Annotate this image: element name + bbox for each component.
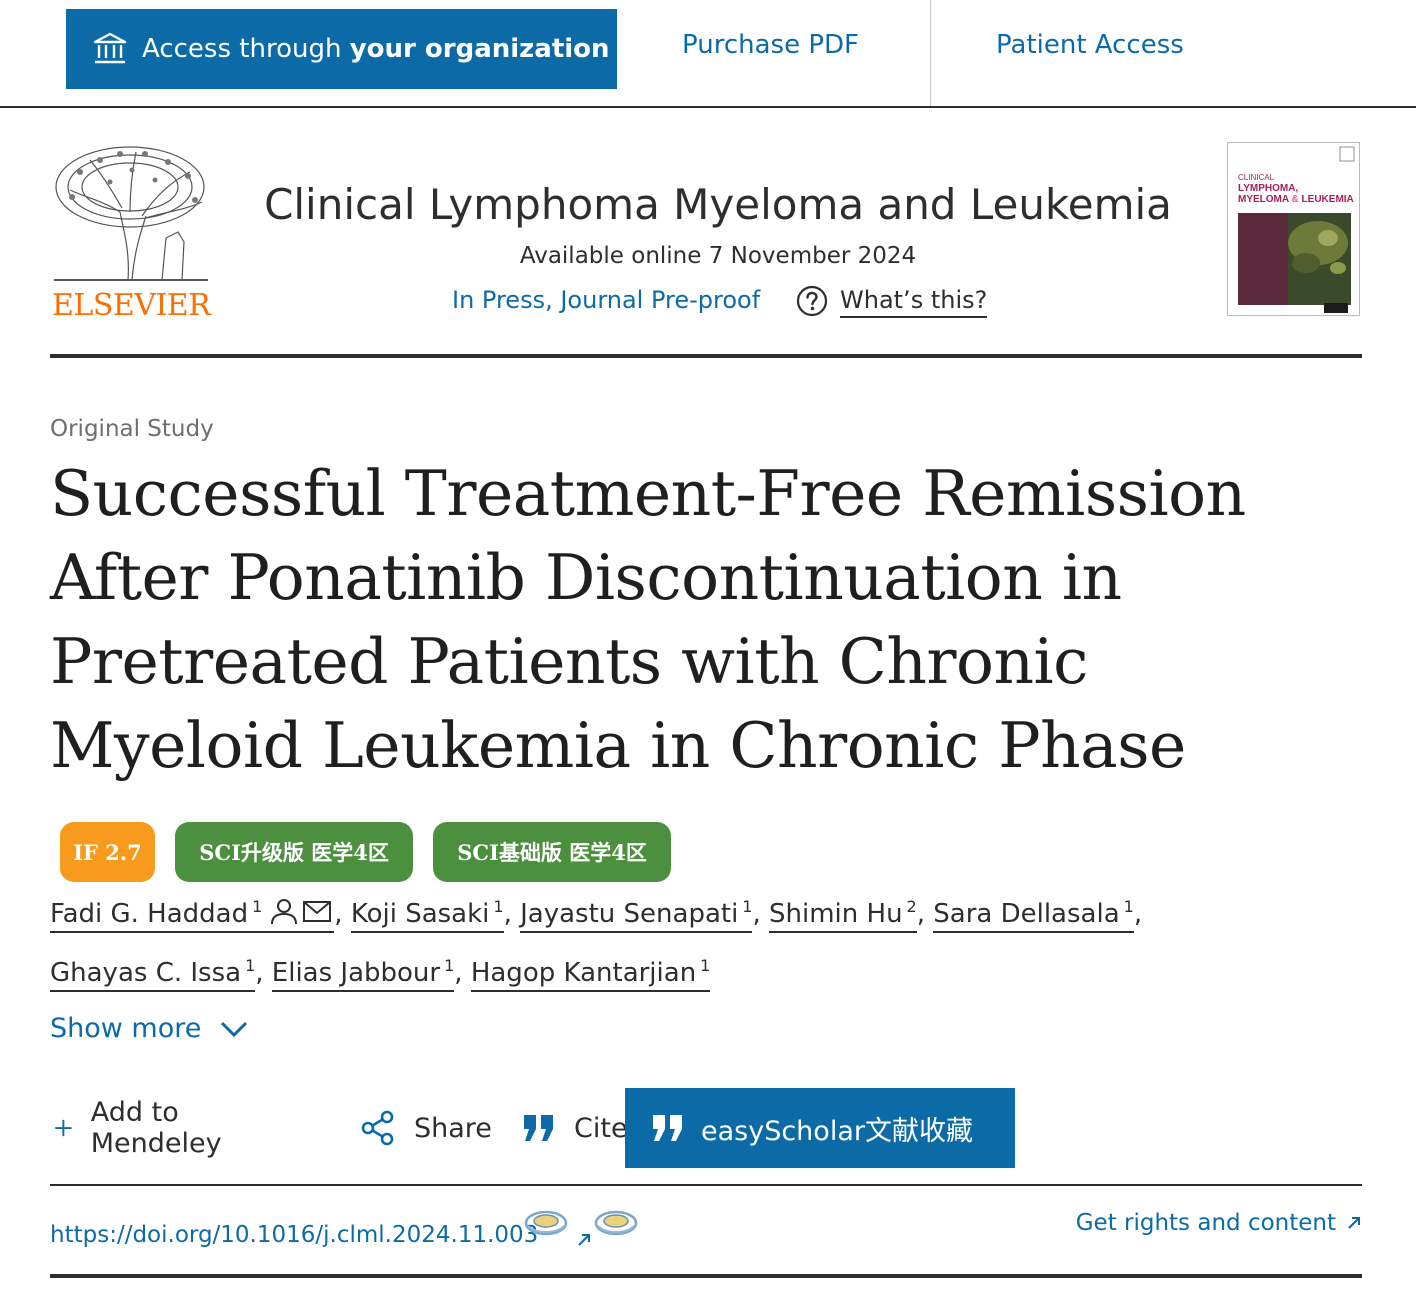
article-type: Original Study: [50, 416, 214, 442]
access-through-organization-button[interactable]: Access through your organization: [66, 9, 617, 89]
journal-cover-art: [1228, 143, 1359, 315]
doi-link[interactable]: https://doi.org/10.1016/j.clml.2024.11.0…: [50, 1222, 538, 1248]
quote-icon: [653, 1115, 682, 1141]
affiliation-marker: 1: [252, 897, 263, 916]
envelope-icon: [303, 901, 332, 922]
available-online-date: Available online 7 November 2024: [519, 243, 917, 269]
chevron-down-icon: [221, 1021, 248, 1037]
affiliation-marker: 1: [1123, 897, 1134, 916]
elsevier-logo[interactable]: ELSEVIER: [50, 142, 212, 323]
journal-cover-image[interactable]: CLINICAL LYMPHOMA, MYELOMA & LEUKEMIA: [1227, 142, 1360, 316]
affiliation-marker: 1: [700, 956, 711, 975]
author-link[interactable]: Ghayas C. Issa 1: [50, 956, 256, 992]
show-more-button[interactable]: Show more: [50, 1013, 249, 1044]
author-name: Elias Jabbour: [271, 958, 441, 988]
author-name: Koji Sasaki: [350, 899, 490, 929]
affiliation-marker: 2: [906, 897, 917, 916]
purchase-pdf-link[interactable]: Purchase PDF: [682, 30, 859, 60]
author-link[interactable]: Jayastu Senapati 1: [520, 897, 753, 933]
in-press-link[interactable]: In Press, Journal Pre-proof: [452, 286, 760, 314]
author-icons: [268, 894, 334, 942]
cover-small-label: CLINICAL: [1238, 173, 1275, 182]
cover-title: LYMPHOMA, MYELOMA & LEUKEMIA: [1238, 183, 1354, 205]
share-button[interactable]: Share: [360, 1088, 492, 1168]
author-name: Shimin Hu: [769, 899, 903, 929]
easyscholar-button[interactable]: easyScholar文献收藏: [625, 1088, 1015, 1168]
cover-amp: &: [1291, 194, 1299, 205]
share-label: Share: [414, 1112, 492, 1144]
author-link[interactable]: Sara Dellasala 1: [933, 897, 1134, 933]
author-link[interactable]: Koji Sasaki 1: [350, 897, 504, 933]
affiliation-marker: 1: [245, 956, 256, 975]
elsevier-wordmark: ELSEVIER: [52, 288, 211, 323]
institution-icon: [93, 32, 127, 64]
share-icon: [361, 1110, 394, 1146]
sci-upgrade-badge: SCI升级版 医学4区: [175, 822, 413, 882]
author-name: Sara Dellasala: [933, 899, 1120, 929]
author-link[interactable]: Hagop Kantarjian 1: [470, 956, 711, 992]
author-name: Hagop Kantarjian: [470, 958, 697, 988]
impact-factor-badge: IF 2.7: [60, 822, 155, 882]
show-more-label: Show more: [50, 1013, 202, 1044]
plus-icon: [55, 1119, 72, 1137]
affiliation-marker: 1: [444, 956, 455, 975]
scholar-search-icon[interactable]: [524, 1208, 568, 1238]
author-name: Ghayas C. Issa: [50, 958, 242, 988]
doi-row: https://doi.org/10.1016/j.clml.2024.11.0…: [50, 1184, 1362, 1278]
cover-line2: MYELOMA: [1238, 194, 1289, 205]
journal-header: ELSEVIER Clinical Lymphoma Myeloma and L…: [50, 140, 1362, 358]
scholar-search-icon[interactable]: [594, 1208, 638, 1238]
patient-access-link[interactable]: Patient Access: [996, 30, 1184, 60]
cite-label: Cite: [574, 1112, 628, 1144]
add-to-mendeley-button[interactable]: Add to Mendeley: [54, 1088, 233, 1168]
divider: [930, 0, 931, 106]
mendeley-label: Add to Mendeley: [90, 1097, 222, 1159]
cover-line1: LYMPHOMA,: [1238, 183, 1299, 194]
whats-this-link[interactable]: What’s this?: [840, 286, 988, 318]
external-link-icon: [578, 1234, 590, 1246]
sci-basic-badge: SCI基础版 医学4区: [433, 822, 671, 882]
affiliation-marker: 1: [742, 897, 753, 916]
easyscholar-label: easyScholar文献收藏: [701, 1115, 973, 1147]
article-title: Successful Treatment-Free Remission Afte…: [50, 457, 1246, 782]
cite-button[interactable]: Cite: [522, 1088, 628, 1168]
journal-title[interactable]: Clinical Lymphoma Myeloma and Leukemia: [50, 180, 1386, 229]
person-icon: [271, 899, 298, 925]
access-label-prefix: Access through: [142, 34, 350, 64]
author-name: Jayastu Senapati: [520, 899, 739, 929]
affiliation-marker: 1: [493, 897, 504, 916]
access-bar: Access through your organization Purchas…: [0, 0, 1416, 108]
cover-line3: LEUKEMIA: [1301, 194, 1354, 205]
author-link[interactable]: Elias Jabbour 1: [271, 956, 455, 992]
quote-icon: [524, 1115, 553, 1141]
question-circle-icon[interactable]: [796, 285, 828, 317]
author-link[interactable]: Shimin Hu 2: [769, 897, 917, 933]
get-rights-link[interactable]: Get rights and content: [1076, 1210, 1362, 1236]
author-name: Fadi G. Haddad: [50, 899, 249, 929]
external-link-icon: [1348, 1217, 1360, 1229]
author-link[interactable]: Fadi G. Haddad 1: [50, 897, 335, 933]
author-list: Fadi G. Haddad 1, Koji Sasaki 1, Jayastu S…: [50, 883, 1350, 997]
access-label-bold: your organization: [349, 34, 610, 64]
rights-label: Get rights and content: [1075, 1210, 1336, 1236]
